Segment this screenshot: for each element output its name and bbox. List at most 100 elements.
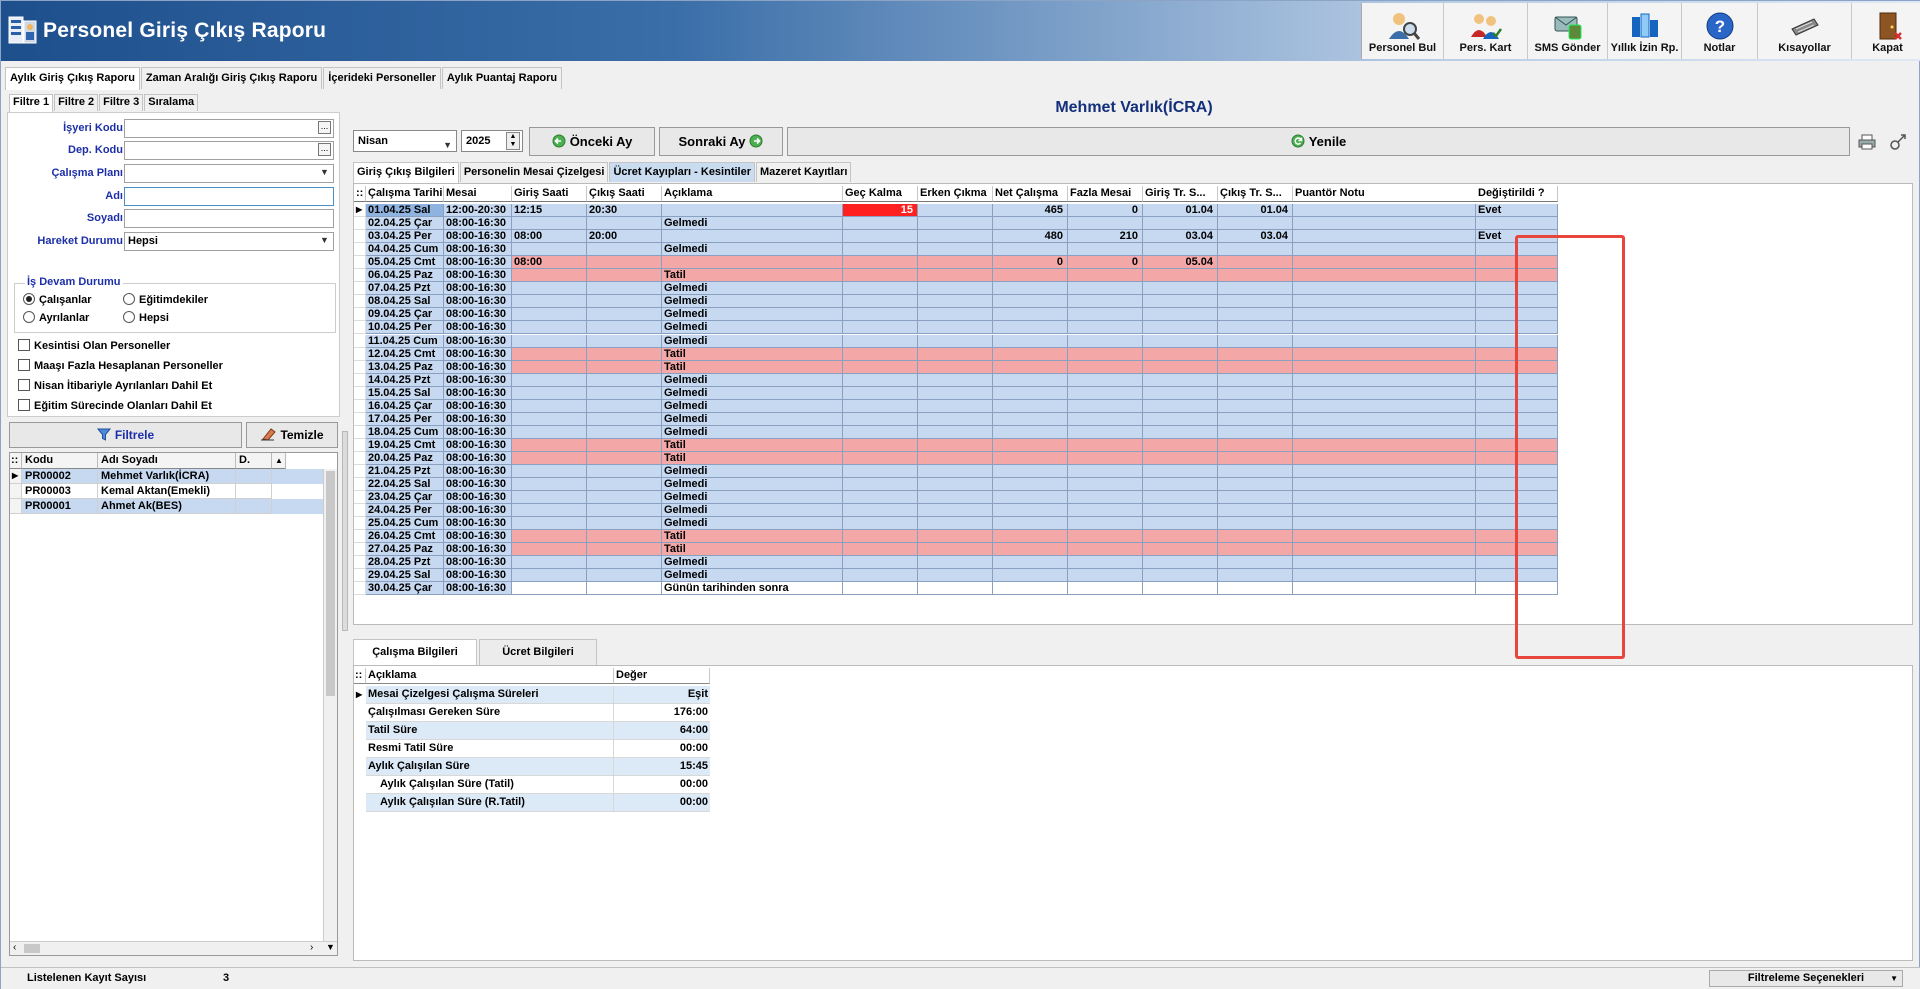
checkbox-egitim-dahil[interactable]: Eğitim Sürecinde Olanları Dahil Et	[18, 399, 212, 412]
sonraki-ay-button[interactable]: Sonraki Ay	[659, 127, 783, 156]
scroll-left-icon[interactable]: ‹	[13, 942, 16, 953]
isyeri-kodu-field[interactable]	[124, 119, 334, 138]
tab-mazeret-kayitlari[interactable]: Mazeret Kayıtları	[756, 162, 852, 182]
table-row[interactable]: 07.04.25 Pzt 08:00-16:30 Gelmedi	[354, 282, 1578, 295]
col-header-degistirildi[interactable]: Değiştirildi ?	[1476, 186, 1558, 202]
col-header-cikis-tr[interactable]: Çıkış Tr. S...	[1218, 186, 1293, 202]
soyadi-input[interactable]	[124, 209, 334, 228]
spin-arrows-icon[interactable]: ▲ ▼	[506, 132, 520, 150]
scroll-right-icon[interactable]: ›	[310, 942, 313, 953]
scroll-up-icon[interactable]: ▲	[272, 453, 286, 469]
table-row[interactable]: 10.04.25 Per 08:00-16:30 Gelmedi	[354, 321, 1578, 334]
tab-filter-4[interactable]: Sıralama	[144, 94, 199, 111]
col-header-d-tarih[interactable]: D. Tari	[236, 453, 272, 481]
col-header-giris-tr[interactable]: Giriş Tr. S...	[1143, 186, 1218, 202]
table-row[interactable]: PR00003 Kemal Aktan(Emekli)	[10, 484, 326, 499]
tab-filter-3[interactable]: Filtre 3	[99, 94, 144, 111]
notlar-button[interactable]: ? Notlar	[1682, 3, 1758, 59]
splitter-handle[interactable]	[342, 431, 348, 631]
tab-giris-cikis-bilgileri[interactable]: Giriş Çıkış Bilgileri	[353, 162, 459, 184]
table-row[interactable]: 18.04.25 Cum 08:00-16:30 Gelmedi	[354, 426, 1578, 439]
checkbox-ayrilanlar-dahil[interactable]: Nisan İtibariyle Ayrılanları Dahil Et	[18, 379, 212, 392]
temizle-button[interactable]: Temizle	[246, 422, 338, 448]
export-icon[interactable]	[1889, 133, 1907, 151]
summary-row[interactable]: Tatil Süre 64:00	[354, 722, 710, 740]
pers-kart-button[interactable]: Pers. Kart	[1444, 3, 1528, 59]
filtreleme-secenekleri-button[interactable]: Filtreleme Seçenekleri ▼	[1709, 970, 1903, 987]
scroll-down-icon[interactable]: ▼	[326, 942, 335, 952]
col-header-kodu[interactable]: Kodu	[22, 453, 98, 469]
table-row[interactable]: 27.04.25 Paz 08:00-16:30 Tatil	[354, 543, 1578, 556]
table-row[interactable]: 21.04.25 Pzt 08:00-16:30 Gelmedi	[354, 465, 1578, 478]
col-header-calisma-tarihi[interactable]: Çalışma Tarihi	[366, 186, 444, 202]
table-row[interactable]: 26.04.25 Cmt 08:00-16:30 Tatil	[354, 530, 1578, 543]
table-row[interactable]: 08.04.25 Sal 08:00-16:30 Gelmedi	[354, 295, 1578, 308]
table-row[interactable]: 25.04.25 Cum 08:00-16:30 Gelmedi	[354, 517, 1578, 530]
table-row[interactable]: 13.04.25 Paz 08:00-16:30 Tatil	[354, 361, 1578, 374]
col-header-fazla-mesai[interactable]: Fazla Mesai	[1068, 186, 1143, 202]
person-grid-vscroll[interactable]	[323, 469, 337, 943]
col-header-mesai[interactable]: Mesai	[444, 186, 512, 202]
table-row[interactable]: ▶ 01.04.25 Sal 12:00-20:30 12:15 20:30 15 465 0…	[354, 204, 1578, 217]
table-row[interactable]: 29.04.25 Sal 08:00-16:30 Gelmedi	[354, 569, 1578, 582]
tab-mesai-cizelgesi[interactable]: Personelin Mesai Çizelgesi	[459, 162, 609, 182]
radio-hepsi[interactable]: Hepsi	[123, 311, 169, 324]
table-row[interactable]: 06.04.25 Paz 08:00-16:30 Tatil	[354, 269, 1578, 282]
radio-ayrilanlar[interactable]: Ayrılanlar	[23, 311, 89, 324]
table-row[interactable]: 02.04.25 Çar 08:00-16:30 Gelmedi	[354, 217, 1578, 230]
summary-row[interactable]: Çalışılması Gereken Süre 176:00	[354, 704, 710, 722]
col-header-aciklama[interactable]: Açıklama	[366, 668, 614, 684]
tab-filter-1[interactable]: Filtre 1	[9, 94, 54, 113]
calisma-plani-select[interactable]	[124, 164, 334, 183]
table-row[interactable]: 22.04.25 Sal 08:00-16:30 Gelmedi	[354, 478, 1578, 491]
print-icon[interactable]	[1858, 133, 1876, 151]
adi-input[interactable]	[124, 187, 334, 206]
dep-kodu-lookup-button[interactable]: ...	[318, 143, 331, 156]
radio-egitimdekiler[interactable]: Eğitimdekiler	[123, 293, 208, 306]
hareket-durumu-select[interactable]: Hepsi	[124, 232, 334, 251]
yenile-button[interactable]: Yenile	[787, 127, 1850, 156]
summary-row[interactable]: Resmi Tatil Süre 00:00	[354, 740, 710, 758]
col-header-adi-soyadi[interactable]: Adı Soyadı	[98, 453, 236, 469]
col-header-cikis-saati[interactable]: Çıkış Saati	[587, 186, 662, 202]
table-row[interactable]: 20.04.25 Paz 08:00-16:30 Tatil	[354, 452, 1578, 465]
checkbox-maasi-fazla[interactable]: Maaşı Fazla Hesaplanan Personeller	[18, 359, 223, 372]
table-row[interactable]: 19.04.25 Cmt 08:00-16:30 Tatil	[354, 439, 1578, 452]
tab-aylik-giris-cikis[interactable]: Aylık Giriş Çıkış Raporu	[5, 67, 140, 91]
table-row[interactable]: 15.04.25 Sal 08:00-16:30 Gelmedi	[354, 387, 1578, 400]
col-header-puantor-notu[interactable]: Puantör Notu	[1293, 186, 1477, 202]
col-header-net-calisma[interactable]: Net Çalışma	[993, 186, 1068, 202]
kisayollar-button[interactable]: Kısayollar	[1758, 3, 1852, 59]
col-header-erken-cikma[interactable]: Erken Çıkma	[918, 186, 993, 202]
table-row[interactable]: 11.04.25 Cum 08:00-16:30 Gelmedi	[354, 335, 1578, 348]
tab-ucret-kayiplari[interactable]: Ücret Kayıpları - Kesintiler	[609, 162, 756, 182]
col-header-giris-saati[interactable]: Giriş Saati	[512, 186, 587, 202]
checkbox-kesintisi-olan[interactable]: Kesintisi Olan Personeller	[18, 339, 170, 352]
summary-row[interactable]: Aylık Çalışılan Süre (R.Tatil) 00:00	[354, 794, 710, 812]
table-row[interactable]: 09.04.25 Çar 08:00-16:30 Gelmedi	[354, 308, 1578, 321]
tab-icerideki-personeller[interactable]: İçerideki Personeller	[323, 67, 441, 89]
radio-calisanlar[interactable]: Çalışanlar	[23, 293, 92, 306]
table-row[interactable]: 16.04.25 Çar 08:00-16:30 Gelmedi	[354, 400, 1578, 413]
table-row[interactable]: 04.04.25 Cum 08:00-16:30 Gelmedi	[354, 243, 1578, 256]
personel-bul-button[interactable]: Personel Bul	[1362, 3, 1444, 59]
tab-zaman-araligi[interactable]: Zaman Aralığı Giriş Çıkış Raporu	[140, 67, 323, 89]
tab-filter-2[interactable]: Filtre 2	[54, 94, 99, 111]
isyeri-kodu-lookup-button[interactable]: ...	[318, 121, 331, 134]
sms-gonder-button[interactable]: SMS Gönder	[1528, 3, 1608, 59]
tab-aylik-puantaj[interactable]: Aylık Puantaj Raporu	[441, 67, 563, 89]
table-row[interactable]: PR00001 Ahmet Ak(BES)	[10, 499, 326, 514]
onceki-ay-button[interactable]: Önceki Ay	[529, 127, 655, 156]
dep-kodu-field[interactable]	[124, 141, 334, 160]
tab-calisma-bilgileri[interactable]: Çalışma Bilgileri	[353, 639, 477, 665]
kapat-button[interactable]: Kapat	[1852, 3, 1920, 59]
table-row[interactable]: 17.04.25 Per 08:00-16:30 Gelmedi	[354, 413, 1578, 426]
month-select[interactable]: Nisan ▼	[353, 130, 457, 152]
table-row[interactable]: 23.04.25 Çar 08:00-16:30 Gelmedi	[354, 491, 1578, 504]
tab-ucret-bilgileri[interactable]: Ücret Bilgileri	[479, 639, 597, 665]
table-row[interactable]: 24.04.25 Per 08:00-16:30 Gelmedi	[354, 504, 1578, 517]
table-row[interactable]: 05.04.25 Cmt 08:00-16:30 08:00 0 0 05.04	[354, 256, 1578, 269]
person-grid-hscroll[interactable]: ‹ › ▼	[10, 941, 337, 955]
table-row[interactable]: 14.04.25 Pzt 08:00-16:30 Gelmedi	[354, 374, 1578, 387]
year-spinner[interactable]: 2025 ▲ ▼	[461, 130, 523, 152]
